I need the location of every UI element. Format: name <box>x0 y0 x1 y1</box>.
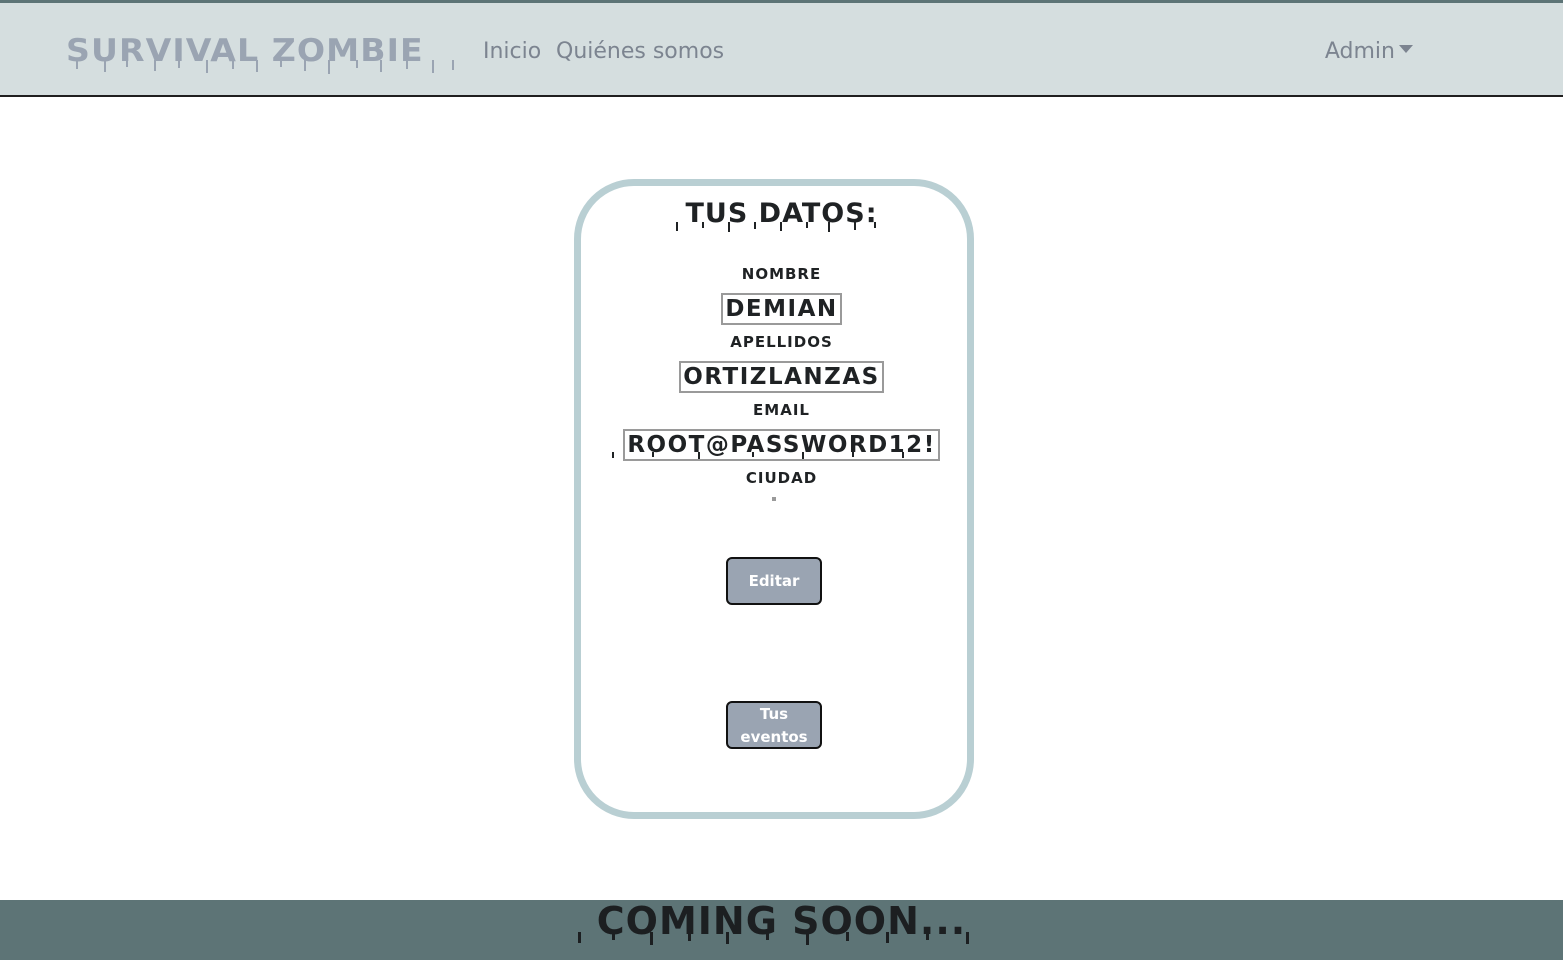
value-email-wrap: ROOT@PASSWORD12! <box>0 429 1563 461</box>
profile-title: TUS DATOS: <box>685 198 878 229</box>
value-nombre-wrap: DEMIAN <box>0 293 1563 325</box>
edit-button[interactable]: Editar <box>726 557 822 605</box>
coming-soon-text: COMING SOON... <box>596 899 967 943</box>
nav-link-inicio[interactable]: Inicio <box>483 37 541 67</box>
your-events-button[interactable]: Tus eventos <box>726 701 822 749</box>
label-apellidos: APELLIDOS <box>730 333 833 351</box>
nav-link-quienes-somos[interactable]: Quiénes somos <box>556 37 724 67</box>
brand-logo[interactable]: SURVIVAL ZOMBIE <box>66 33 424 69</box>
value-email: ROOT@PASSWORD12! <box>623 429 940 461</box>
admin-dropdown[interactable]: Admin <box>1325 37 1413 67</box>
label-nombre: NOMBRE <box>741 265 822 283</box>
admin-dropdown-label: Admin <box>1324 39 1395 64</box>
label-email: EMAIL <box>753 401 810 419</box>
value-apellidos-wrap: ORTIZLANZAS <box>0 361 1563 393</box>
footer: COMING SOON... <box>0 900 1563 960</box>
value-apellidos: ORTIZLANZAS <box>679 361 884 393</box>
value-ciudad-empty <box>772 497 776 501</box>
caret-down-icon <box>1399 45 1413 53</box>
navbar: SURVIVAL ZOMBIE Inicio Quiénes somos Adm… <box>0 0 1563 97</box>
label-ciudad: CIUDAD <box>745 469 818 487</box>
value-nombre: DEMIAN <box>721 293 842 325</box>
